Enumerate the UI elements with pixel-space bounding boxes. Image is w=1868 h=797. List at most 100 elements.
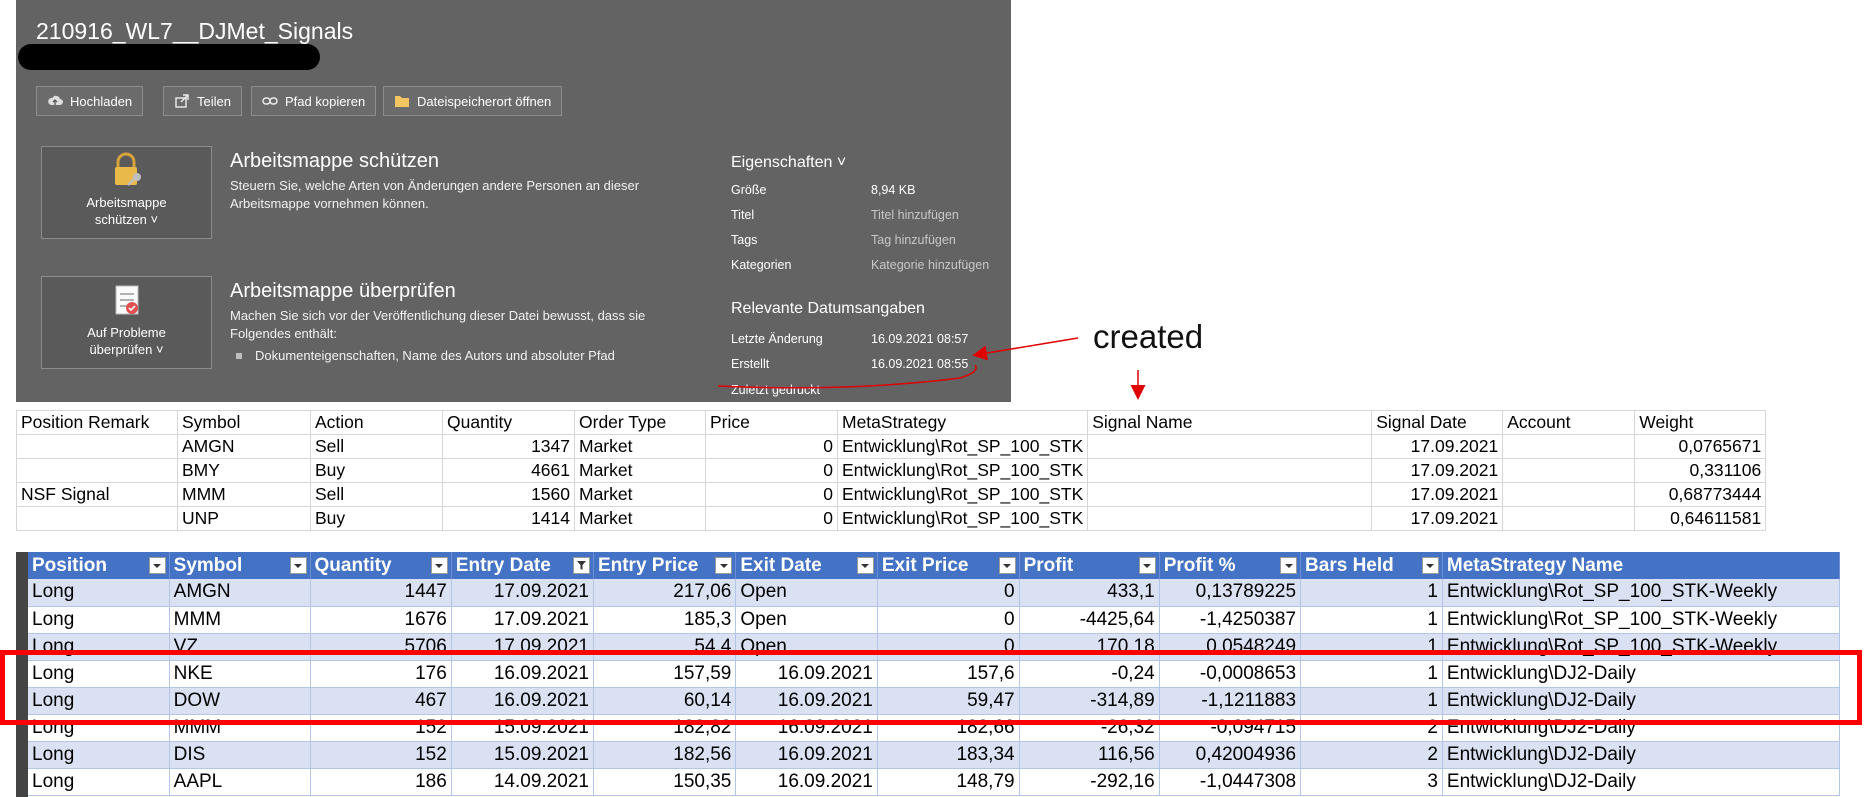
trades-cell[interactable]: 0,13789225 xyxy=(1159,579,1302,607)
trades-cell[interactable]: 217,06 xyxy=(593,579,737,607)
filter-dropdown-icon[interactable] xyxy=(715,557,733,574)
trades-cell[interactable]: 157,6 xyxy=(877,660,1020,688)
trades-cell[interactable]: Open xyxy=(735,606,878,634)
signals-cell[interactable]: 0 xyxy=(705,458,838,483)
trades-cell[interactable]: Open xyxy=(735,579,878,607)
trades-cell[interactable]: 186 xyxy=(310,768,452,796)
trades-cell[interactable]: AAPL xyxy=(169,768,311,796)
trades-cell[interactable]: 16.09.2021 xyxy=(451,660,594,688)
trades-cell[interactable]: 54,4 xyxy=(593,633,737,661)
trades-cell[interactable]: 170,18 xyxy=(1019,633,1160,661)
trades-cell[interactable]: 60,14 xyxy=(593,687,737,715)
signals-cell[interactable]: Entwicklung\Rot_SP_100_STK xyxy=(836,434,1089,459)
filter-dropdown-icon[interactable] xyxy=(289,557,307,574)
filter-dropdown-icon[interactable] xyxy=(1421,557,1439,574)
trades-cell[interactable]: 3 xyxy=(1300,768,1443,796)
trades-cell[interactable]: Long xyxy=(28,687,170,715)
signals-cell[interactable]: 0 xyxy=(705,506,838,531)
signals-cell[interactable] xyxy=(1087,458,1373,483)
trades-cell[interactable]: Entwicklung\Rot_SP_100_STK-Weekly xyxy=(1442,606,1840,634)
trades-cell[interactable]: -4425,64 xyxy=(1019,606,1160,634)
trades-cell[interactable]: -1,1211883 xyxy=(1159,687,1302,715)
trades-cell[interactable]: Entwicklung\DJ2-Daily xyxy=(1442,714,1840,742)
trades-cell[interactable]: DIS xyxy=(169,741,311,769)
signals-cell[interactable]: Buy xyxy=(310,506,443,531)
signals-cell[interactable]: 1347 xyxy=(442,434,575,459)
trades-cell[interactable]: 1 xyxy=(1300,633,1443,661)
signals-cell[interactable] xyxy=(16,506,178,531)
signals-cell[interactable] xyxy=(1087,482,1373,507)
trades-cell[interactable]: 467 xyxy=(310,687,452,715)
trades-cell[interactable]: 16.09.2021 xyxy=(735,660,878,688)
filter-dropdown-icon[interactable] xyxy=(148,557,166,574)
trades-cell[interactable]: 1 xyxy=(1300,579,1443,607)
trades-cell[interactable]: VZ xyxy=(169,633,311,661)
trades-cell[interactable]: Entwicklung\DJ2-Daily xyxy=(1442,687,1840,715)
signals-cell[interactable]: Market xyxy=(574,506,706,531)
filter-active-icon[interactable] xyxy=(572,557,590,574)
signals-cell[interactable]: Entwicklung\Rot_SP_100_STK xyxy=(836,482,1089,507)
filter-dropdown-icon[interactable] xyxy=(1138,557,1156,574)
trades-cell[interactable]: -1,4250387 xyxy=(1159,606,1302,634)
trades-cell[interactable]: Entwicklung\DJ2-Daily xyxy=(1442,768,1840,796)
trades-cell[interactable]: 152 xyxy=(310,741,452,769)
signals-cell[interactable]: 17.09.2021 xyxy=(1371,482,1504,507)
signals-cell[interactable]: Sell xyxy=(310,482,443,507)
trades-cell[interactable]: 17.09.2021 xyxy=(451,633,594,661)
signals-cell[interactable]: 1414 xyxy=(442,506,575,531)
signals-cell[interactable]: MMM xyxy=(177,482,311,507)
trades-cell[interactable]: Long xyxy=(28,768,170,796)
signals-cell[interactable]: AMGN xyxy=(177,434,311,459)
signals-cell[interactable]: 17.09.2021 xyxy=(1371,458,1504,483)
trades-cell[interactable]: 1 xyxy=(1300,606,1443,634)
trades-cell[interactable]: Long xyxy=(28,606,170,634)
trades-cell[interactable]: Long xyxy=(28,741,170,769)
signals-cell[interactable] xyxy=(1502,434,1636,459)
trades-cell[interactable]: Long xyxy=(28,660,170,688)
trades-cell[interactable]: 182,66 xyxy=(877,714,1020,742)
trades-cell[interactable]: Long xyxy=(28,579,170,607)
signals-cell[interactable]: 0,0765671 xyxy=(1634,434,1767,459)
signals-cell[interactable]: 0,64611581 xyxy=(1634,506,1767,531)
trades-cell[interactable]: 183,34 xyxy=(877,741,1020,769)
trades-cell[interactable]: 16.09.2021 xyxy=(451,687,594,715)
trades-cell[interactable]: Long xyxy=(28,633,170,661)
trades-cell[interactable]: -0,094715 xyxy=(1159,714,1302,742)
trades-cell[interactable]: 148,79 xyxy=(877,768,1020,796)
signals-cell[interactable]: 4661 xyxy=(442,458,575,483)
trades-cell[interactable]: -0,0008653 xyxy=(1159,660,1302,688)
signals-cell[interactable]: Entwicklung\Rot_SP_100_STK xyxy=(836,458,1089,483)
signals-cell[interactable]: 17.09.2021 xyxy=(1371,434,1504,459)
signals-cell[interactable] xyxy=(1087,434,1373,459)
trades-cell[interactable]: Entwicklung\DJ2-Daily xyxy=(1442,741,1840,769)
trades-cell[interactable]: -314,89 xyxy=(1019,687,1160,715)
trades-cell[interactable]: 0 xyxy=(877,606,1020,634)
signals-cell[interactable]: 1560 xyxy=(442,482,575,507)
trades-cell[interactable]: 116,56 xyxy=(1019,741,1160,769)
signals-cell[interactable]: Sell xyxy=(310,434,443,459)
signals-cell[interactable]: Market xyxy=(574,482,706,507)
trades-cell[interactable]: 17.09.2021 xyxy=(451,579,594,607)
signals-cell[interactable] xyxy=(16,458,178,483)
trades-cell[interactable]: MMM xyxy=(169,714,311,742)
trades-cell[interactable]: 1447 xyxy=(310,579,452,607)
trades-cell[interactable]: 2 xyxy=(1300,741,1443,769)
trades-cell[interactable]: 15.09.2021 xyxy=(451,741,594,769)
trades-cell[interactable]: 2 xyxy=(1300,714,1443,742)
trades-cell[interactable]: MMM xyxy=(169,606,311,634)
signals-cell[interactable] xyxy=(1087,506,1373,531)
trades-cell[interactable]: 1676 xyxy=(310,606,452,634)
signals-cell[interactable]: Market xyxy=(574,434,706,459)
signals-cell[interactable]: 0 xyxy=(705,434,838,459)
signals-cell[interactable]: UNP xyxy=(177,506,311,531)
trades-cell[interactable]: -26,32 xyxy=(1019,714,1160,742)
trades-cell[interactable]: 5706 xyxy=(310,633,452,661)
trades-cell[interactable]: AMGN xyxy=(169,579,311,607)
trades-cell[interactable]: 176 xyxy=(310,660,452,688)
filter-dropdown-icon[interactable] xyxy=(856,557,874,574)
trades-cell[interactable]: 15.09.2021 xyxy=(451,714,594,742)
signals-cell[interactable] xyxy=(16,434,178,459)
trades-cell[interactable]: 182,82 xyxy=(593,714,737,742)
trades-cell[interactable]: Entwicklung\Rot_SP_100_STK-Weekly xyxy=(1442,579,1840,607)
trades-cell[interactable]: 59,47 xyxy=(877,687,1020,715)
